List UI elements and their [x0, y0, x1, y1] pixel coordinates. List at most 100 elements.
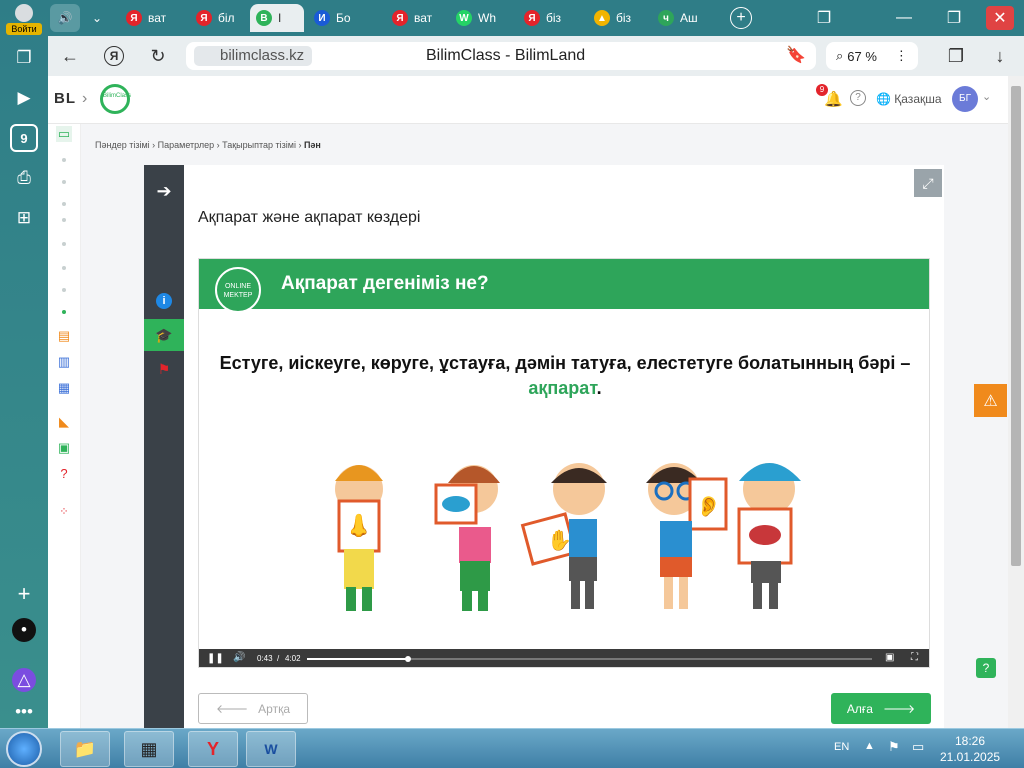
bookmark-icon[interactable]: 🔖: [786, 45, 806, 65]
reload-icon[interactable]: ↻: [146, 44, 170, 68]
bilimclass-logo[interactable]: BilimClass: [100, 84, 131, 114]
close-button[interactable]: ✕: [986, 6, 1014, 30]
picture-in-picture-icon[interactable]: ▣: [885, 652, 894, 663]
zoom-indicator[interactable]: ⌕ 67 % ⋮: [826, 42, 918, 70]
network-icon[interactable]: ▭: [912, 739, 924, 755]
start-button[interactable]: [6, 731, 42, 767]
avatar[interactable]: БГ: [952, 86, 978, 112]
help-icon[interactable]: ?: [976, 658, 996, 678]
apps-icon[interactable]: ⁘: [56, 504, 72, 520]
sidebar-dot[interactable]: [62, 202, 66, 206]
sidebar-dot[interactable]: [62, 158, 66, 162]
language-indicator[interactable]: EN: [834, 741, 849, 753]
menu-dots-icon[interactable]: ⋮: [895, 48, 908, 64]
volume-icon[interactable]: 🔊: [233, 652, 245, 663]
tab[interactable]: Яват: [120, 4, 180, 32]
tab[interactable]: Ябіл: [190, 4, 250, 32]
breadcrumb-item[interactable]: Тақырыптар тізімі: [222, 140, 296, 150]
sidebar-dot[interactable]: [62, 218, 66, 222]
yandex-browser-icon[interactable]: Y: [188, 731, 238, 767]
chevron-down-icon[interactable]: ⌄: [982, 90, 991, 103]
apps-grid-icon[interactable]: ⊞: [10, 204, 38, 232]
scrollbar[interactable]: [1008, 76, 1024, 728]
new-tab-button[interactable]: +: [730, 7, 752, 29]
tab-collections-icon[interactable]: ❐: [810, 6, 838, 30]
video-text: Естуге, иіскеуге, көруге, ұстауға, дәмін…: [219, 351, 911, 401]
table-icon[interactable]: ▦: [56, 380, 72, 396]
login-button[interactable]: Войти: [6, 4, 42, 35]
sidebar-dot[interactable]: [62, 180, 66, 184]
progress-bar[interactable]: [307, 656, 872, 662]
tab[interactable]: ч Аш: [652, 4, 712, 32]
word-icon[interactable]: W: [246, 731, 296, 767]
volume-icon[interactable]: 🔊: [50, 4, 80, 32]
minimize-button[interactable]: —: [890, 6, 918, 30]
scrollbar-thumb[interactable]: [1011, 86, 1021, 566]
sidebar: ▭ ▤ ▥ ▦ ◣ ▣ ? ⁘: [48, 124, 81, 728]
help-icon[interactable]: ?: [850, 90, 866, 106]
arrow-right-icon[interactable]: ➔: [144, 175, 184, 207]
tab-label: біз: [546, 11, 562, 25]
tab[interactable]: Яват: [386, 4, 446, 32]
sidebar-dot-active[interactable]: [62, 310, 66, 314]
tab[interactable]: W Wh: [450, 4, 510, 32]
flag-icon[interactable]: ⚑: [888, 739, 900, 755]
chart-icon[interactable]: ▥: [56, 354, 72, 370]
tab[interactable]: BI: [250, 4, 304, 32]
url-domain[interactable]: bilimclass.kz: [194, 46, 313, 66]
bell-icon[interactable]: 🔔: [824, 90, 843, 108]
video-player[interactable]: ONLINE MEKTEP Ақпарат дегеніміз не? Есту…: [198, 258, 930, 668]
graduation-cap-icon[interactable]: 🎓: [144, 319, 184, 351]
calculator-icon[interactable]: ▦: [124, 731, 174, 767]
tab-favicon-icon: И: [314, 10, 330, 26]
collections-icon[interactable]: ❐: [10, 44, 38, 72]
tab[interactable]: ▲ біз: [588, 4, 648, 32]
tray-expand-icon[interactable]: ▲: [864, 740, 875, 752]
arrow-left-icon: 🡐: [215, 702, 249, 716]
sidebar-dot[interactable]: [62, 266, 66, 270]
top-navigation: BL › BilimClass 9 🔔 ? 🌐 Қазақша БГ ⌄: [48, 76, 1008, 124]
video-icon[interactable]: ▶: [10, 84, 38, 112]
tab[interactable]: И Бо: [308, 4, 368, 32]
fullscreen-icon[interactable]: ⛶: [911, 652, 918, 663]
counter-icon[interactable]: 9: [10, 124, 38, 152]
next-button[interactable]: Алға 🡒: [831, 693, 931, 724]
add-icon[interactable]: +: [10, 580, 38, 608]
yandex-side-panel: Войти ❐ ▶ 9 ⎙ ⊞ + • △ •••: [0, 0, 48, 728]
bilimland-logo[interactable]: BL: [54, 90, 76, 107]
explorer-icon[interactable]: 📁: [60, 731, 110, 767]
svg-text:👃: 👃: [345, 513, 372, 538]
breadcrumb-item[interactable]: Пәндер тізімі: [95, 140, 150, 150]
back-arrow-icon[interactable]: ←: [58, 44, 82, 68]
url-box[interactable]: 🔒 bilimclass.kz BilimClass - BilimLand 🔖: [186, 42, 816, 70]
expand-icon[interactable]: ⤢: [914, 169, 942, 197]
pause-icon[interactable]: ❚❚: [207, 653, 224, 664]
alice-app-icon[interactable]: •: [12, 618, 36, 642]
yandex-home-icon[interactable]: Я: [104, 46, 124, 66]
back-button[interactable]: 🡐 Артқа: [198, 693, 308, 724]
restore-button[interactable]: ❐: [940, 6, 968, 30]
tab-favicon-icon: Я: [524, 10, 540, 26]
tab[interactable]: Ябіз: [518, 4, 578, 32]
teacher-icon[interactable]: ▤: [56, 328, 72, 344]
help-circle-icon[interactable]: ?: [56, 466, 72, 482]
screenshot-icon[interactable]: ⎙: [10, 164, 38, 192]
breadcrumb-item[interactable]: Параметрлер: [158, 140, 214, 150]
download-icon[interactable]: ↓: [988, 44, 1012, 68]
warning-icon[interactable]: ⚠: [974, 384, 1007, 417]
progress-knob[interactable]: [404, 656, 411, 662]
sidebar-dot[interactable]: [62, 288, 66, 292]
clock[interactable]: 18:26 21.01.2025: [940, 733, 1000, 765]
id-card-icon[interactable]: ▣: [56, 440, 72, 456]
alice-icon[interactable]: △: [12, 668, 36, 692]
more-icon[interactable]: •••: [10, 698, 38, 726]
search-icon: ⌕: [836, 48, 844, 63]
chevron-down-icon[interactable]: ⌄: [84, 4, 110, 32]
flag-icon[interactable]: ⚑: [144, 353, 184, 385]
sidebar-dot[interactable]: [62, 242, 66, 246]
language-selector[interactable]: 🌐 Қазақша: [876, 92, 942, 106]
monitor-icon[interactable]: ▭: [56, 126, 72, 142]
bookmark-icon[interactable]: ◣: [56, 414, 72, 430]
info-icon[interactable]: i: [144, 285, 184, 317]
collections-icon[interactable]: ❐: [944, 44, 968, 68]
